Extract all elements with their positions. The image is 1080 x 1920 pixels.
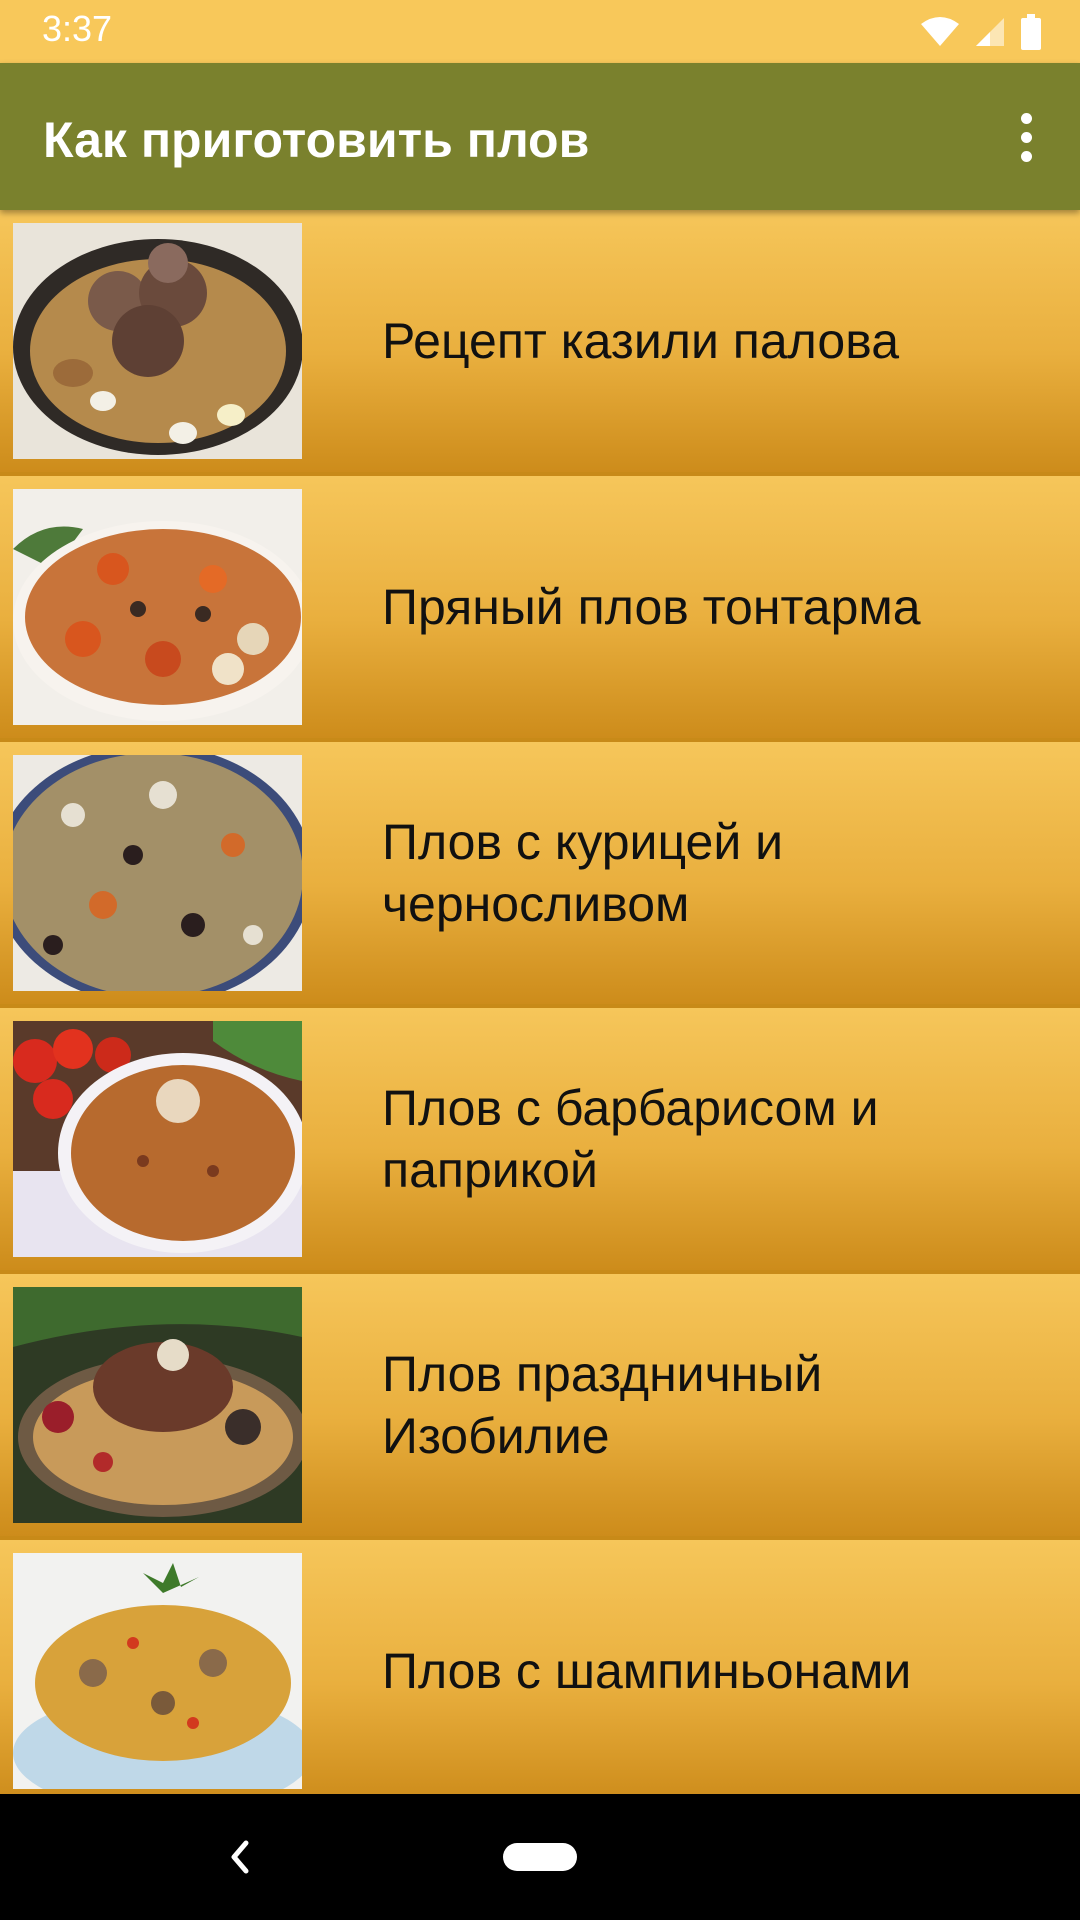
app-bar: Как приготовить плов: [0, 63, 1080, 210]
app-title: Как приготовить плов: [43, 112, 590, 168]
recipe-title: Рецепт казили палова: [382, 313, 900, 369]
recipe-list[interactable]: Рецепт казили палова Пряный плов тонтарм…: [0, 210, 1080, 1794]
recipe-thumbnail: [13, 1287, 302, 1523]
recipe-item[interactable]: Плов с барбарисом и паприкой: [0, 1008, 1080, 1270]
wifi-icon: [921, 17, 959, 46]
recipe-item[interactable]: Плов с курицей и черносливом: [0, 742, 1080, 1004]
back-icon[interactable]: [210, 1827, 270, 1887]
recipe-thumbnail: [13, 1021, 302, 1257]
recipe-item[interactable]: Пряный плов тонтарма: [0, 476, 1080, 738]
home-pill-icon[interactable]: [503, 1843, 577, 1871]
recipe-item[interactable]: Рецепт казили палова: [0, 210, 1080, 472]
more-vert-icon: [1020, 112, 1032, 124]
status-icons: [920, 12, 1042, 52]
recipe-item[interactable]: Плов праздничный Изобилие: [0, 1274, 1080, 1536]
more-vert-dot: [1020, 150, 1032, 162]
recipe-thumbnail: [13, 1553, 302, 1789]
signal-icon: [976, 18, 1004, 46]
status-time: 3:37: [42, 8, 113, 49]
recipe-thumbnail: [13, 755, 302, 991]
recipe-thumbnail: [13, 223, 302, 459]
recipe-thumbnail: [13, 489, 302, 725]
recipe-title: Плов праздничный Изобилие: [382, 1346, 823, 1464]
more-vert-dot: [1020, 131, 1032, 143]
battery-icon: [1021, 14, 1041, 50]
status-bar: 3:37: [0, 0, 1080, 63]
recipe-item[interactable]: Плов с шампиньонами: [0, 1540, 1080, 1794]
recipe-title: Плов с курицей и черносливом: [382, 814, 784, 932]
recipe-title: Плов с барбарисом и паприкой: [382, 1080, 879, 1198]
recipe-title: Плов с шампиньонами: [382, 1643, 912, 1699]
recipe-title: Пряный плов тонтарма: [382, 579, 921, 635]
overflow-menu-button[interactable]: [990, 99, 1062, 175]
